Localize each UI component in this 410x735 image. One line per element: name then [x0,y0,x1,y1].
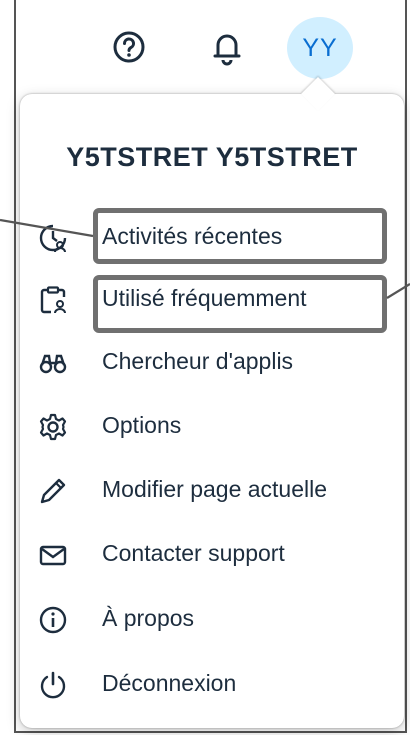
menu-item-label: Options [102,412,182,438]
recent-activity-icon [38,223,68,253]
menu-item-about[interactable]: À propos [20,591,404,647]
highlight-box-frequently-used [93,275,387,333]
frequently-used-icon [38,285,68,315]
power-icon [38,670,68,700]
settings-icon [38,412,68,442]
menu-item-contact-support[interactable]: Contacter support [20,526,404,582]
help-icon[interactable] [112,30,146,64]
menu-item-options[interactable]: Options [20,398,404,454]
shell-header: YY [0,0,410,96]
info-icon [38,605,68,635]
binoculars-icon [38,348,68,378]
notification-bell-icon[interactable] [210,30,244,66]
email-icon [38,540,68,570]
highlight-box-recent-activities [93,208,387,264]
menu-item-edit-page[interactable]: Modifier page actuelle [20,462,404,518]
menu-item-label: Chercheur d'applis [102,348,294,374]
user-avatar[interactable]: YY [287,17,353,79]
edit-icon [38,476,68,506]
user-name: Y5TSTRET Y5TSTRET [66,142,358,172]
menu-item-label: Déconnexion [102,670,237,696]
menu-item-app-finder[interactable]: Chercheur d'applis [20,334,404,390]
menu-item-label: À propos [102,605,195,631]
menu-item-label: Contacter support [102,540,285,566]
menu-item-label: Modifier page actuelle [102,476,328,502]
menu-item-logout[interactable]: Déconnexion [20,656,404,712]
